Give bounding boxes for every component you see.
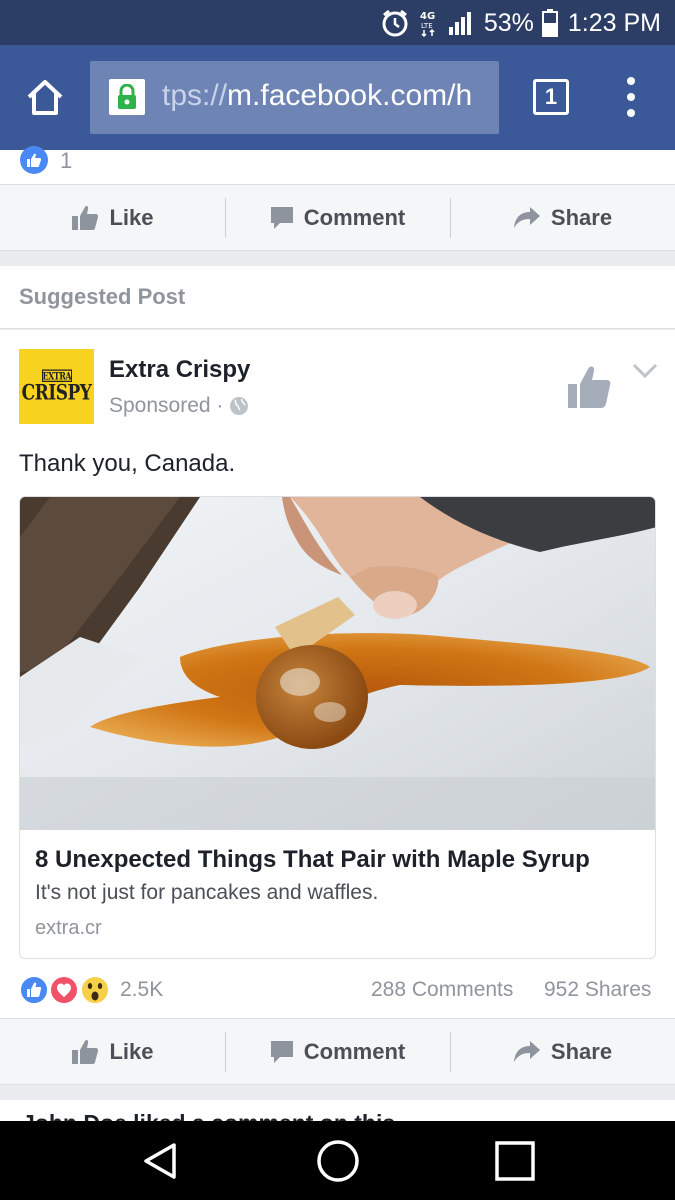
thumbs-up-icon: [568, 366, 611, 408]
previous-post-reactions: 1: [0, 146, 675, 185]
post-options-chevron[interactable]: [632, 362, 658, 380]
status-bar: 4G LTE 53% 1:23 PM: [0, 0, 675, 45]
comment-icon: [270, 1040, 293, 1063]
tab-switcher-button[interactable]: 1: [533, 79, 569, 115]
previous-post-actions: Like Comment Share: [0, 184, 675, 251]
overflow-menu-button[interactable]: [620, 77, 642, 117]
svg-text:LTE: LTE: [421, 22, 433, 30]
thumbs-up-icon: [72, 205, 99, 230]
browser-toolbar: tps://m.facebook.com/h 1: [0, 45, 675, 150]
url-bar[interactable]: tps://m.facebook.com/h: [90, 61, 499, 134]
svg-text:4G: 4G: [420, 11, 435, 22]
suggested-post: EXTRA CRISPY Extra Crispy Sponsored · Th…: [0, 330, 675, 1020]
network-4g-icon: 4G LTE: [418, 8, 440, 38]
reactions-summary[interactable]: 2.5K 288 Comments 952 Shares: [0, 970, 675, 1010]
love-reaction-icon: [49, 975, 79, 1005]
share-arrow-icon: [513, 1040, 540, 1062]
menu-dot-icon: [627, 77, 635, 85]
share-button[interactable]: Share: [450, 1019, 675, 1084]
comment-button[interactable]: Comment: [225, 185, 450, 250]
status-icons: 4G LTE 53% 1:23 PM: [380, 6, 661, 40]
share-arrow-icon: [513, 206, 540, 228]
comment-icon: [270, 206, 293, 229]
clock: 1:23 PM: [567, 8, 661, 37]
reaction-icons: [19, 975, 110, 1005]
link-description: It's not just for pancakes and waffles.: [35, 881, 379, 904]
home-circle-icon[interactable]: [316, 1139, 360, 1183]
lock-icon: [109, 79, 145, 115]
thumbs-up-icon: [72, 1039, 99, 1064]
url-text: tps://m.facebook.com/h: [162, 79, 473, 112]
comments-count[interactable]: 288 Comments: [371, 978, 513, 1002]
home-button[interactable]: [24, 77, 66, 119]
home-icon: [27, 80, 63, 115]
signal-icon: [448, 9, 476, 37]
battery-percent: 53%: [483, 8, 534, 37]
sponsored-label: Sponsored ·: [109, 394, 249, 418]
link-domain: extra.cr: [35, 917, 102, 939]
extra-crispy-logo: EXTRA CRISPY: [21, 369, 92, 406]
wow-reaction-icon: [80, 975, 110, 1005]
page-avatar[interactable]: EXTRA CRISPY: [19, 349, 94, 424]
like-page-button[interactable]: [566, 364, 612, 410]
post-message: Thank you, Canada.: [19, 450, 236, 477]
share-button[interactable]: Share: [450, 185, 675, 250]
globe-icon: [230, 397, 249, 415]
battery-icon: [541, 9, 558, 37]
like-reaction-icon: [20, 146, 48, 174]
chevron-down-icon: [632, 363, 658, 379]
alarm-icon: [380, 8, 410, 38]
back-icon[interactable]: [140, 1141, 180, 1181]
maple-taffy-image: [20, 497, 655, 830]
recents-icon[interactable]: [494, 1140, 536, 1182]
link-preview-card[interactable]: 8 Unexpected Things That Pair with Maple…: [19, 496, 656, 959]
reaction-count: 2.5K: [120, 978, 164, 1001]
page-name-link[interactable]: Extra Crispy: [109, 356, 250, 384]
like-reaction-icon: [19, 975, 49, 1005]
comment-button[interactable]: Comment: [225, 1019, 450, 1084]
suggested-post-header: Suggested Post: [0, 266, 675, 329]
like-button[interactable]: Like: [0, 185, 225, 250]
like-button[interactable]: Like: [0, 1019, 225, 1084]
link-title[interactable]: 8 Unexpected Things That Pair with Maple…: [35, 846, 590, 874]
shares-count[interactable]: 952 Shares: [544, 978, 651, 1002]
post-actions: Like Comment Share: [0, 1018, 675, 1085]
previous-like-count: 1: [60, 148, 73, 173]
android-nav-bar: [0, 1121, 675, 1200]
